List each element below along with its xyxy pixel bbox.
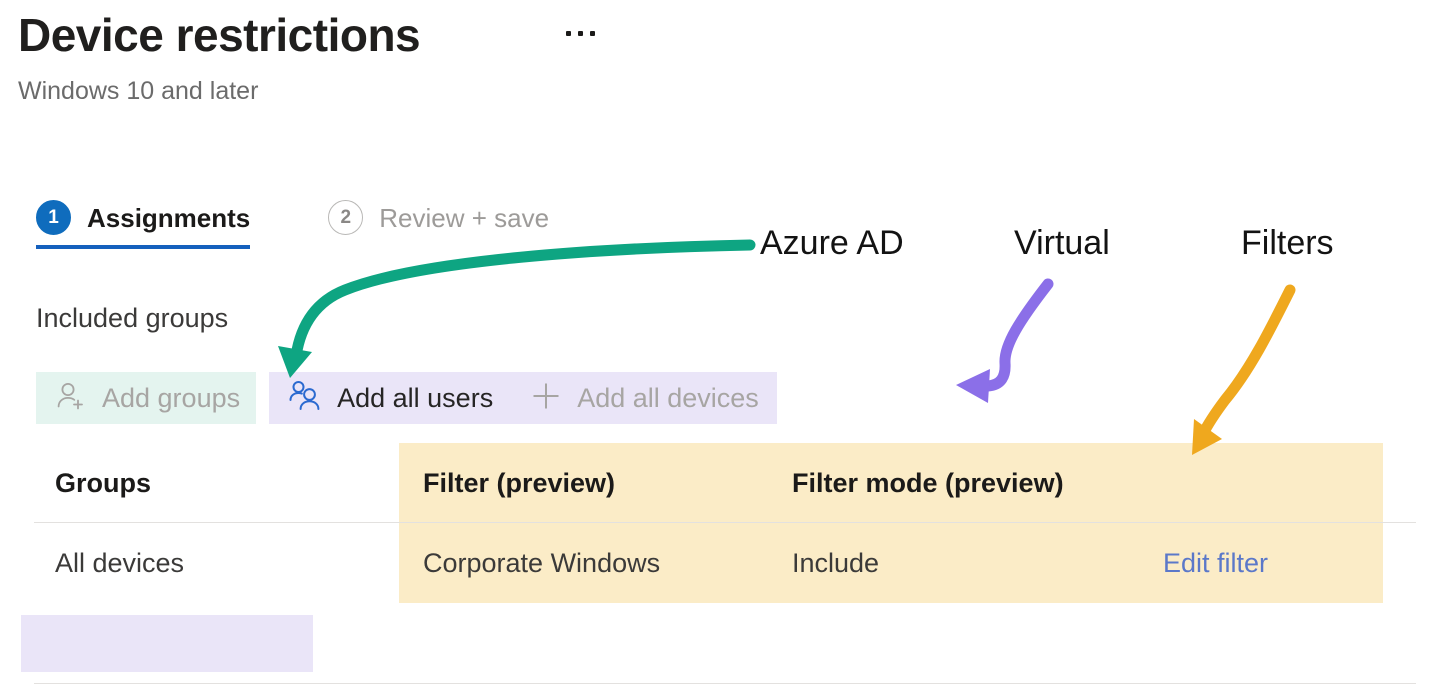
assignments-command-bar: Add groups Add all users Add all devices [36,372,777,424]
column-header-filter: Filter (preview) [423,468,616,498]
plus-icon [529,379,563,418]
command-bar-spacer [256,372,269,424]
add-user-icon [54,379,88,418]
add-groups-label: Add groups [102,383,241,413]
column-header-groups: Groups [55,468,152,498]
annotation-label-filters: Filters [1241,224,1334,262]
assignments-table: Groups Filter (preview) Filter mode (pre… [0,443,1451,684]
green-arrow-to-add-groups [278,239,756,378]
tab-assignments[interactable]: 1 Assignments [36,200,251,249]
more-dot-2 [577,30,583,36]
add-all-users-label: Add all users [337,383,494,413]
tab-assignments-label: Assignments [87,202,251,233]
cell-filter-mode: Include [792,548,880,578]
tab-review-save-number: 2 [328,200,364,235]
included-groups-label: Included groups [36,303,229,333]
wizard-tabs: 1 Assignments 2 Review + save [36,200,549,249]
tab-review-save-label: Review + save [379,202,550,233]
table-header-row: Groups Filter (preview) Filter mode (pre… [0,443,1451,523]
group-cell-highlight [21,615,313,672]
more-dot-3 [589,30,595,36]
edit-filter-link[interactable]: Edit filter [1163,523,1268,603]
add-all-devices-label: Add all devices [577,383,759,413]
add-all-devices-button[interactable]: Add all devices [511,372,777,424]
table-row: All devices Corporate Windows Include Ed… [0,523,1451,684]
cell-group: All devices [55,548,185,578]
purple-arrow-to-command-bar [956,278,1054,403]
annotation-label-azure-ad: Azure AD [760,224,904,262]
more-options-icon[interactable] [560,16,600,50]
more-dot-1 [565,30,571,36]
orange-arrow-to-filter-columns [1192,284,1296,455]
page-subtitle: Windows 10 and later [18,77,259,105]
annotation-label-virtual: Virtual [1014,224,1110,262]
tab-assignments-number: 1 [36,200,71,235]
page-title: Device restrictions [18,9,421,61]
tab-review-save[interactable]: 2 Review + save [328,200,549,249]
people-icon [287,379,323,418]
column-header-filter-mode: Filter mode (preview) [792,468,1064,498]
add-groups-button[interactable]: Add groups [36,372,257,424]
add-all-users-button[interactable]: Add all users [269,372,512,424]
cell-filter: Corporate Windows [423,548,661,578]
device-restrictions-page: Device restrictions Windows 10 and later… [0,0,1451,684]
